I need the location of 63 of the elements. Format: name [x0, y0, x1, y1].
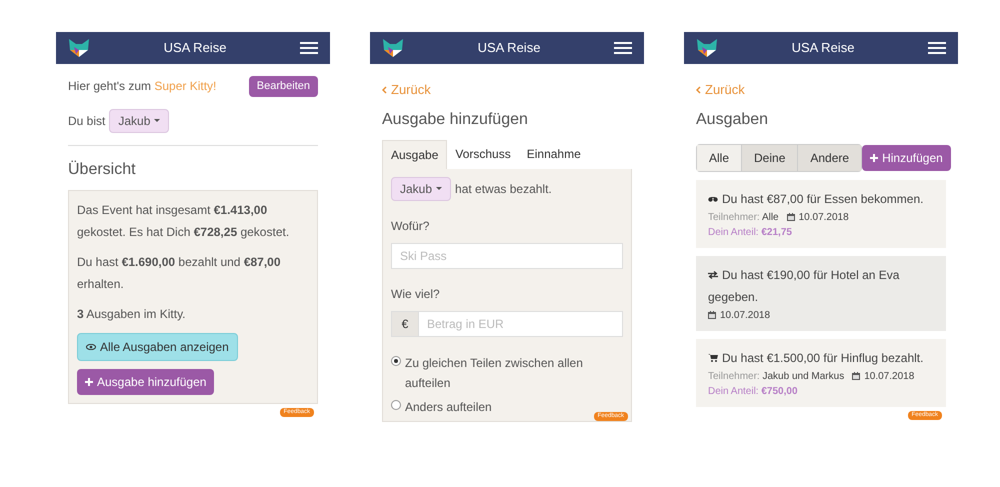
- date-text: 10.07.2018: [720, 308, 770, 322]
- summary-text: Du hast €1.690,00 bezahlt und €87,00 erhalten.: [77, 254, 282, 292]
- date-text: 10.07.2018: [798, 210, 849, 224]
- payer-text: hat etwas bezahlt.: [455, 180, 552, 198]
- field-label: Wofür?: [391, 218, 430, 234]
- menu-icon[interactable]: [300, 42, 318, 54]
- calendar-icon: [708, 311, 716, 319]
- expense-card[interactable]: Du hast €1.500,00 für Hinflug bezahlt. Teilnehmer: Jakub und Markus 10.07.2018 Dein Anteil: €750,00: [696, 338, 946, 406]
- edit-button[interactable]: Bearbeiten: [248, 76, 318, 96]
- field-label: Wie viel?: [391, 286, 441, 302]
- page-heading: Ausgabe hinzufügen: [382, 110, 529, 130]
- add-expense-button[interactable]: Ausgabe hinzufügen: [77, 368, 214, 394]
- radio-button[interactable]: [391, 356, 401, 366]
- date-text: 10.07.2018: [864, 370, 914, 384]
- expense-card[interactable]: Du hast €87,00 für Essen bekommen. Teilnehmer: Alle 10.07.2018 Dein Anteil: €21,75: [696, 180, 946, 248]
- chevron-left-icon: [696, 86, 701, 94]
- summary-text: 3 Ausgaben im Kitty.: [77, 306, 187, 322]
- participants-text: Teilnehmer: Jakub und Markus: [708, 370, 844, 384]
- amount-field[interactable]: Betrag in EUR: [419, 310, 623, 336]
- expense-text: Du hast €190,00 für Hotel an Eva gegeben.: [708, 266, 900, 306]
- expense-card[interactable]: Du hast €190,00 für Hotel an Eva gegeben. 10.07.2018: [696, 256, 946, 330]
- filter-tab[interactable]: Andere: [798, 144, 862, 170]
- expense-text: Du hast €1.500,00 für Hinflug bezahlt.: [708, 346, 934, 368]
- cart-icon: [708, 354, 718, 362]
- section-heading: Übersicht: [68, 160, 137, 180]
- tab[interactable]: Einnahme: [518, 140, 589, 168]
- intro-text: Hier geht's zum Super Kitty!: [68, 78, 216, 96]
- app-title: USA Reise: [162, 39, 228, 58]
- tab[interactable]: Vorschuss: [447, 140, 519, 168]
- logo-icon: [68, 38, 90, 58]
- person-dropdown[interactable]: Jakub: [391, 176, 452, 200]
- logo-icon: [382, 38, 404, 58]
- eye-icon: [86, 344, 96, 350]
- logo-icon: [696, 38, 718, 58]
- menu-icon[interactable]: [614, 42, 632, 54]
- person-dropdown[interactable]: Jakub: [109, 108, 170, 132]
- plus-icon: [85, 378, 93, 386]
- filter-tab[interactable]: Deine: [742, 144, 798, 170]
- summary-text: Das Event hat insgesamt €1.413,00 gekostet. Es hat Dich €728,25 gekostet.: [77, 202, 290, 240]
- expense-text: Du hast €87,00 für Essen bekommen.: [708, 188, 934, 210]
- add-button[interactable]: Hinzufügen: [862, 144, 951, 170]
- participants-text: Teilnehmer: Alle: [708, 210, 779, 224]
- app-title: USA Reise: [476, 39, 542, 58]
- tab[interactable]: Ausgabe: [382, 140, 448, 168]
- share-text: Dein Anteil: €750,00: [708, 384, 799, 398]
- radio-label: Anders aufteilen: [405, 398, 492, 416]
- filter-tab[interactable]: Alle: [697, 144, 742, 170]
- glasses-icon: [708, 196, 718, 202]
- you-are-label: Du bist: [68, 112, 106, 130]
- app-title: USA Reise: [790, 39, 856, 58]
- purpose-field[interactable]: Ski Pass: [391, 242, 623, 268]
- show-all-button[interactable]: Alle Ausgaben anzeigen: [77, 332, 238, 360]
- radio-label: Zu gleichen Teilen zwischen allen aufteilen: [405, 354, 584, 392]
- page-heading: Ausgaben: [696, 110, 770, 130]
- menu-icon[interactable]: [928, 42, 946, 54]
- radio-button[interactable]: [391, 400, 401, 410]
- plus-icon: [870, 154, 878, 162]
- calendar-icon: [786, 213, 795, 221]
- chevron-left-icon: [382, 86, 387, 94]
- share-text: Dein Anteil: €21,75: [708, 226, 793, 240]
- transfer-icon: [708, 271, 718, 280]
- currency-addon: €: [391, 310, 419, 336]
- calendar-icon: [852, 372, 860, 380]
